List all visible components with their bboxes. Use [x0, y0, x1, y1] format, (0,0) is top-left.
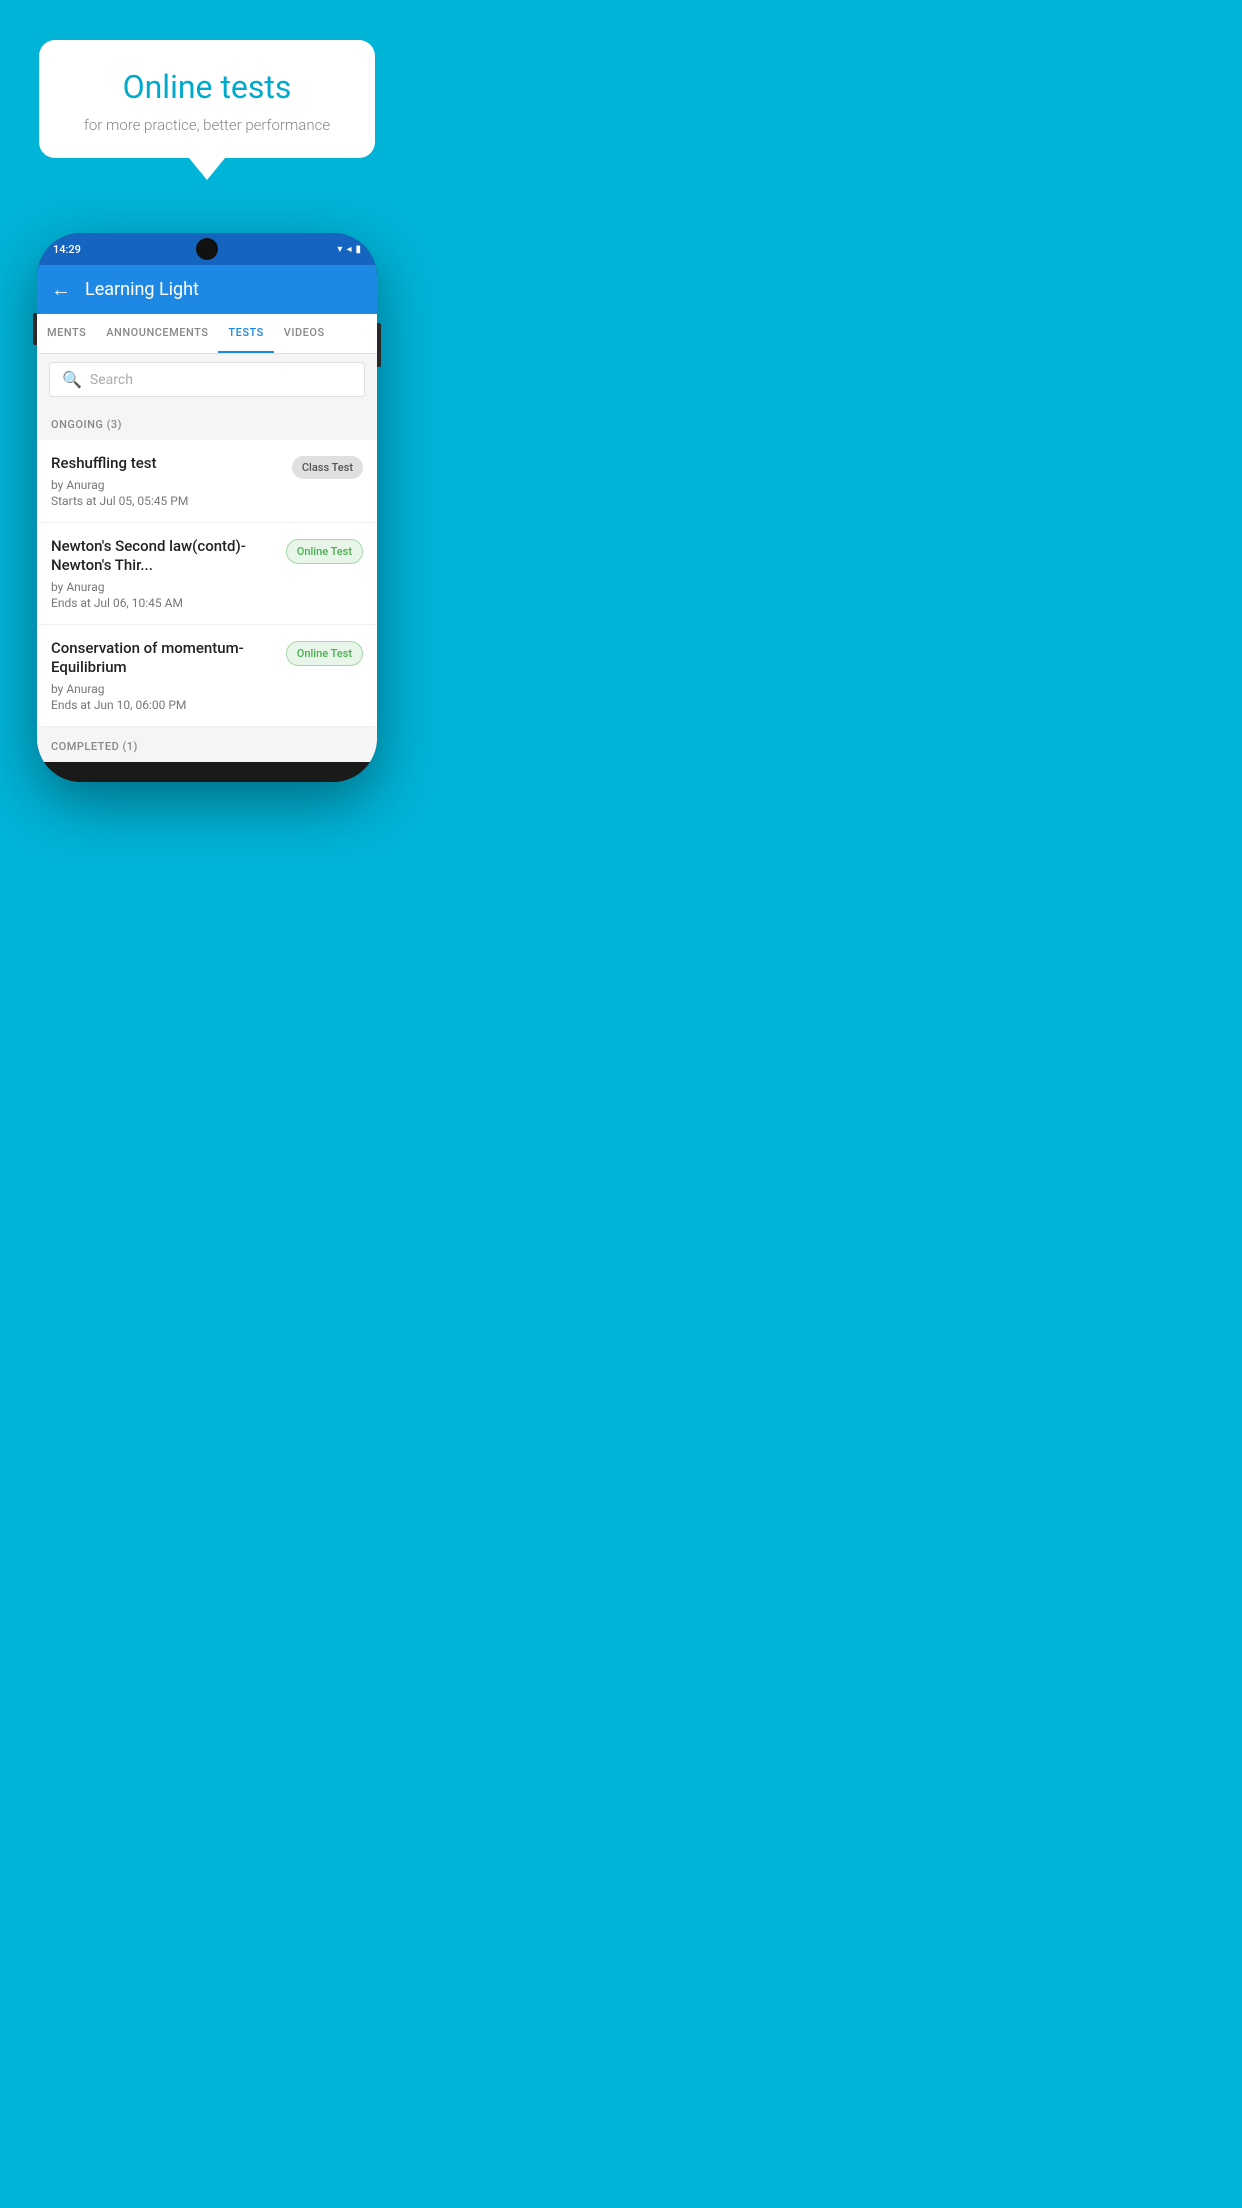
tab-tests[interactable]: TESTS	[218, 314, 273, 353]
test-badge: Class Test	[292, 456, 363, 479]
test-item[interactable]: Reshuffling test by Anurag Starts at Jul…	[37, 440, 377, 523]
phone-frame: 14:29 ▾ ◂ ▮ ← Learning Light MENTS ANNOU…	[37, 233, 377, 782]
ongoing-label: ONGOING (3)	[51, 418, 122, 431]
app-title: Learning Light	[85, 279, 199, 300]
test-list: Reshuffling test by Anurag Starts at Jul…	[37, 440, 377, 727]
tab-bar: MENTS ANNOUNCEMENTS TESTS VIDEOS	[37, 314, 377, 354]
test-badge: Online Test	[286, 641, 363, 666]
test-name: Newton's Second law(contd)-Newton's Thir…	[51, 537, 276, 576]
tab-videos[interactable]: VIDEOS	[274, 314, 335, 353]
test-name: Conservation of momentum-Equilibrium	[51, 639, 276, 678]
test-date: Starts at Jul 05, 05:45 PM	[51, 494, 282, 508]
app-header: ← Learning Light	[37, 265, 377, 314]
wifi-icon: ▾	[337, 244, 342, 255]
phone-screen: MENTS ANNOUNCEMENTS TESTS VIDEOS 🔍 Searc…	[37, 314, 377, 762]
tab-announcements[interactable]: ANNOUNCEMENTS	[96, 314, 218, 353]
test-info: Newton's Second law(contd)-Newton's Thir…	[51, 537, 276, 610]
ongoing-section-header: ONGOING (3)	[37, 405, 377, 440]
promo-subtitle: for more practice, better performance	[69, 116, 346, 134]
camera-notch	[196, 238, 218, 260]
status-icons: ▾ ◂ ▮	[337, 244, 361, 255]
search-bar-container: 🔍 Search	[37, 354, 377, 405]
search-icon: 🔍	[62, 370, 82, 389]
signal-icon: ◂	[346, 244, 351, 255]
search-input-wrapper[interactable]: 🔍 Search	[49, 362, 365, 397]
test-date: Ends at Jun 10, 06:00 PM	[51, 698, 276, 712]
test-item[interactable]: Conservation of momentum-Equilibrium by …	[37, 625, 377, 727]
status-bar: 14:29 ▾ ◂ ▮	[37, 233, 377, 265]
battery-icon: ▮	[355, 244, 361, 255]
test-info: Conservation of momentum-Equilibrium by …	[51, 639, 276, 712]
test-badge: Online Test	[286, 539, 363, 564]
phone-bottom	[37, 762, 377, 782]
back-button[interactable]: ←	[51, 277, 71, 302]
test-author: by Anurag	[51, 682, 276, 696]
test-author: by Anurag	[51, 580, 276, 594]
test-date: Ends at Jul 06, 10:45 AM	[51, 596, 276, 610]
completed-section-header: COMPLETED (1)	[37, 727, 377, 762]
test-author: by Anurag	[51, 478, 282, 492]
completed-label: COMPLETED (1)	[51, 740, 138, 753]
tab-assignments[interactable]: MENTS	[37, 314, 96, 353]
search-placeholder: Search	[90, 372, 133, 388]
promo-title: Online tests	[69, 68, 346, 106]
test-info: Reshuffling test by Anurag Starts at Jul…	[51, 454, 282, 508]
power-button	[377, 323, 381, 367]
status-time: 14:29	[53, 243, 81, 256]
phone-mockup: 14:29 ▾ ◂ ▮ ← Learning Light MENTS ANNOU…	[37, 233, 377, 782]
promo-section: Online tests for more practice, better p…	[0, 0, 414, 178]
test-item[interactable]: Newton's Second law(contd)-Newton's Thir…	[37, 523, 377, 625]
speech-bubble: Online tests for more practice, better p…	[39, 40, 376, 158]
test-name: Reshuffling test	[51, 454, 282, 474]
